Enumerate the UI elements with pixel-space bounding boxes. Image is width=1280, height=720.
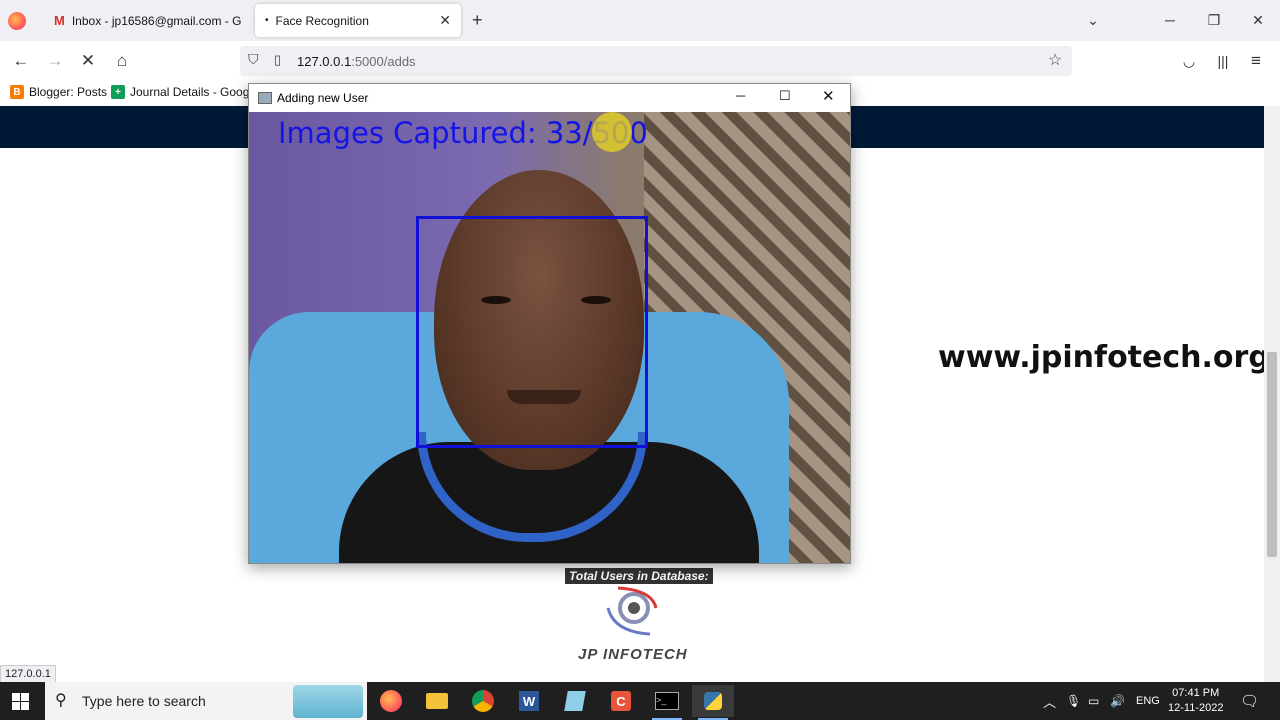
- close-tab-icon[interactable]: ✕: [439, 12, 451, 29]
- sheets-icon: +: [111, 85, 125, 99]
- windows-start-icon[interactable]: [12, 693, 29, 710]
- volume-icon[interactable]: 🔊: [1110, 682, 1125, 720]
- bookmark-star-icon[interactable]: ☆: [1048, 50, 1062, 70]
- shield-icon[interactable]: ⛉: [248, 51, 259, 68]
- home-icon[interactable]: ⌂: [108, 47, 136, 75]
- clock[interactable]: 07:41 PM 12-11-2022: [1168, 682, 1223, 720]
- show-hidden-icons[interactable]: ︿: [1043, 682, 1056, 720]
- bookmark-journal[interactable]: + Journal Details - Googl...: [111, 85, 262, 99]
- loading-icon: •: [265, 15, 269, 26]
- network-icon[interactable]: ▭: [1088, 682, 1099, 720]
- tab-strip: M Inbox - jp16586@gmail.com - G • Face R…: [0, 0, 1280, 41]
- close-window-button[interactable]: ✕: [1243, 8, 1273, 32]
- bookmark-blogger[interactable]: B Blogger: Posts: [10, 85, 107, 99]
- firefox-menu-icon[interactable]: [8, 12, 26, 30]
- chrome-icon[interactable]: [462, 685, 504, 717]
- logo-text: JP INFOTECH: [578, 646, 688, 663]
- forward-button[interactable]: →: [41, 47, 69, 75]
- notepad-icon[interactable]: [554, 685, 596, 717]
- python-icon[interactable]: [692, 685, 734, 720]
- new-tab-button[interactable]: +: [472, 10, 483, 31]
- tab-label: Face Recognition: [275, 13, 369, 28]
- tool-icon[interactable]: C: [600, 685, 642, 717]
- search-icon: ⚲: [55, 692, 67, 709]
- page-scrollbar[interactable]: [1264, 106, 1280, 682]
- camera-frame: Images Captured: 33/500: [249, 112, 850, 563]
- minimize-button[interactable]: ─: [1155, 8, 1185, 32]
- nav-bar: ← → ✕ ⌂ ⛉ ▯ 127.0.0.1:5000/adds ☆ ◡ ||| …: [0, 41, 1280, 81]
- stop-button[interactable]: ✕: [74, 47, 102, 75]
- total-users-label: Total Users in Database:: [565, 568, 713, 584]
- language-indicator[interactable]: ENG: [1136, 682, 1160, 720]
- window-app-icon: [258, 92, 272, 104]
- watermark-text: www.jpinfotech.org: [938, 340, 1270, 375]
- restore-button[interactable]: ❐: [1199, 8, 1229, 32]
- jp-infotech-logo-icon: [604, 586, 662, 638]
- search-highlight-art: [293, 685, 363, 718]
- library-icon[interactable]: |||: [1209, 47, 1237, 75]
- page-icon[interactable]: ▯: [274, 52, 281, 68]
- notifications-icon[interactable]: 🗨: [1240, 682, 1259, 720]
- clock-date: 12-11-2022: [1168, 702, 1224, 714]
- list-tabs-button[interactable]: ⌄: [1078, 8, 1108, 32]
- capture-window[interactable]: Adding new User ─ ☐ ✕ Images Captured: 3…: [248, 83, 851, 564]
- menu-icon[interactable]: ≡: [1242, 47, 1270, 75]
- clock-time: 07:41 PM: [1172, 687, 1220, 699]
- url-text[interactable]: 127.0.0.1:5000/adds: [297, 54, 416, 69]
- search-placeholder: Type here to search: [82, 693, 206, 709]
- capture-close-button[interactable]: ✕: [822, 87, 835, 105]
- terminal-icon[interactable]: >_: [646, 685, 688, 720]
- scrollbar-thumb[interactable]: [1267, 352, 1277, 557]
- tab-inbox[interactable]: M Inbox - jp16586@gmail.com - G: [44, 4, 250, 37]
- firefox-icon[interactable]: [370, 685, 412, 717]
- cursor-highlight: [592, 112, 632, 152]
- blogger-icon: B: [10, 85, 24, 99]
- word-icon[interactable]: W: [508, 685, 550, 717]
- tab-face-recognition[interactable]: • Face Recognition ✕: [255, 4, 461, 37]
- capture-maximize-button[interactable]: ☐: [779, 88, 791, 104]
- taskbar: ⚲ Type here to search W C >_ ︿ 🎙 ▭ 🔊 ENG…: [0, 682, 1280, 720]
- gmail-icon: M: [54, 13, 65, 28]
- url-bar[interactable]: ⛉ ▯ 127.0.0.1:5000/adds ☆: [240, 46, 1072, 76]
- capture-minimize-button[interactable]: ─: [736, 88, 745, 103]
- taskbar-search[interactable]: ⚲ Type here to search: [45, 682, 367, 720]
- file-explorer-icon[interactable]: [416, 685, 458, 717]
- face-detection-box: [416, 216, 648, 448]
- tab-label: Inbox - jp16586@gmail.com - G: [71, 13, 242, 28]
- pocket-icon[interactable]: ◡: [1175, 47, 1203, 75]
- back-button[interactable]: ←: [7, 47, 35, 75]
- capture-window-title: Adding new User: [277, 91, 369, 105]
- microphone-icon[interactable]: 🎙: [1066, 682, 1081, 720]
- capture-window-titlebar[interactable]: Adding new User ─ ☐ ✕: [249, 84, 850, 111]
